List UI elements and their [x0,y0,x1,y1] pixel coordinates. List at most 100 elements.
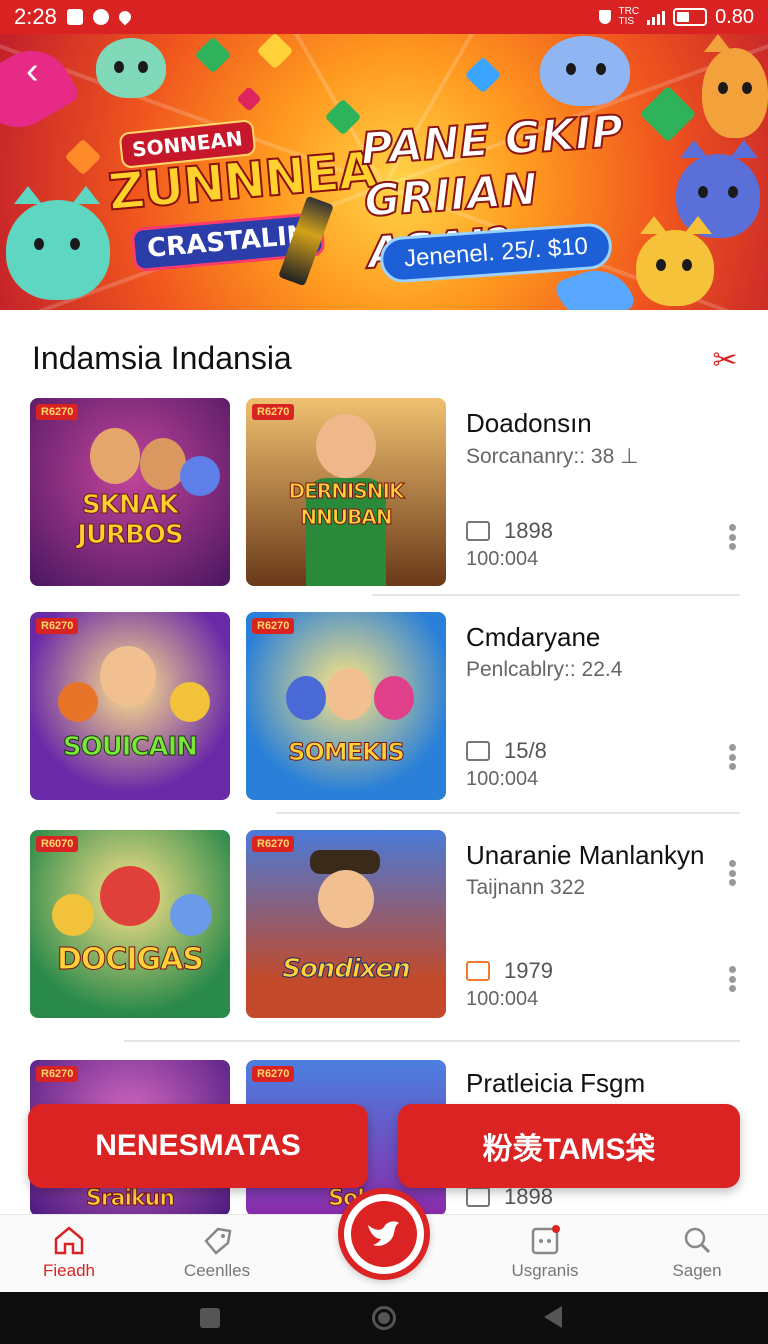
back-button[interactable]: ‹ [26,52,60,90]
thumb-art-text: Sraikun [85,1186,175,1212]
game-count: 1898 [466,518,553,544]
character-art [140,438,186,490]
nav-label-search: Sagen [672,1261,722,1280]
game-thumbnail[interactable]: R6270 DERNISNIK NNUBAN [246,398,446,586]
game-subtitle: Sorcananry:: 38 ⊥ [466,445,639,468]
primary-action-button[interactable]: NENESMATAS [28,1104,368,1188]
row-divider [372,594,740,596]
tools-icon[interactable]: ✂ [708,344,742,378]
thumb-tag: R6270 [36,1066,79,1082]
home-icon [54,1226,84,1255]
thumb-tag: R6270 [36,618,79,634]
character-art [326,668,372,720]
more-options-icon[interactable] [720,962,744,996]
more-options-icon[interactable] [720,740,744,774]
thumb-art-text: SKNAK JURBOS [77,490,184,551]
character-art [318,870,374,928]
game-thumbnail[interactable]: R6070 DOCIGAS [30,830,230,1018]
mascot-cat-icon [96,38,166,98]
character-art [52,894,94,936]
character-art [90,428,140,484]
thumb-art-text: SOUICAIN [62,732,198,763]
bird-icon [368,1221,399,1246]
gem-icon [236,86,262,112]
character-art [58,682,98,722]
center-action-button[interactable] [338,1188,430,1280]
home-system-dot [378,1312,390,1324]
game-count: 1979 [466,958,553,984]
folder-icon [466,961,490,981]
thumb-tag: R6270 [252,836,295,852]
search-icon [684,1227,711,1254]
signal-icon [647,9,666,25]
mascot-dog-icon [540,36,630,106]
game-count: 15/8 [466,738,547,764]
gem-icon [194,36,232,74]
nav-item-search[interactable]: Sagen [642,1225,752,1281]
game-title[interactable]: Cmdaryane [466,622,600,653]
nav-label-home: Fieadh [43,1261,95,1280]
more-options-icon[interactable] [720,520,744,554]
thumb-tag: R6270 [252,404,295,420]
thumb-tag: R6270 [252,1066,295,1082]
character-art [100,866,160,926]
status-time: 2:28 [14,4,57,29]
thumb-tag: R6270 [36,404,79,420]
thumb-art-text: DOCIGAS [56,942,204,978]
game-time: 100:004 [466,768,539,790]
thumb-art-text: SOMEKIS [288,738,406,767]
center-action-inner [351,1201,417,1267]
row-divider [276,812,740,814]
section-title: Indamsia Indansia [32,340,292,376]
gem-icon [464,56,502,94]
thumb-tag: R6270 [252,618,295,634]
nav-label-apps: Usgranis [511,1261,579,1280]
character-art [170,682,210,722]
nav-item-tags[interactable]: Ceenlles [162,1225,272,1281]
promo-banner[interactable]: ‹ SONNEAN ZUNNNEA CRASTALIN PANE GKIP GR… [0,34,768,310]
thumb-art-text: Sondixen [282,954,412,985]
game-thumbnail[interactable]: R6270 SKNAK JURBOS [30,398,230,586]
system-nav-bar [0,1292,768,1344]
mascot-dog-icon [702,34,768,138]
nav-label-tags: Ceenlles [183,1261,251,1280]
nav-item-apps[interactable]: Usgranis [490,1225,600,1281]
thumb-tag: R6070 [36,836,79,852]
count-value: 15/8 [504,738,547,763]
count-value: 1979 [504,958,553,983]
character-art [100,646,156,706]
thumb-art-text: DERNISNIK NNUBAN [288,479,405,530]
row-divider [124,1040,740,1042]
folder-icon [466,521,490,541]
character-art [286,676,326,720]
game-title[interactable]: Unaranie Manlankyn [466,840,704,871]
home-system-icon[interactable] [372,1306,396,1330]
battery-icon [673,8,708,26]
folder-icon [466,741,490,761]
game-thumbnail[interactable]: R6270 SOMEKIS [246,612,446,800]
game-time: 100:004 [466,988,539,1010]
game-time: 100:004 [466,548,539,570]
secondary-action-button[interactable]: 粉羡TAMS柋 [398,1104,740,1188]
game-thumbnail[interactable]: R6270 SOUICAIN [30,612,230,800]
tag-icon [204,1227,232,1255]
game-thumbnail[interactable]: R6270 Sondixen [246,830,446,1018]
game-title[interactable]: Pratleicia Fsgm [466,1068,645,1099]
character-art [374,676,414,720]
nav-item-home[interactable]: Fieadh [14,1225,124,1281]
status-bar: 2:28 TRC TIS 0.80 [0,0,768,34]
character-art [170,894,212,936]
count-value: 1898 [504,518,553,543]
alarm-icon [92,9,109,25]
game-title[interactable]: Doadonsın [466,408,592,439]
folder-icon [466,1187,490,1207]
game-subtitle: Taijnann 322 [466,876,586,899]
recents-icon[interactable] [200,1308,220,1328]
battery-text: 0.80 [715,5,754,28]
back-system-icon[interactable] [544,1306,562,1328]
signal-shield-icon [598,10,611,24]
drop-icon [116,8,134,26]
more-options-icon[interactable] [720,856,744,890]
character-art [316,414,376,478]
apps-icon [531,1225,560,1255]
